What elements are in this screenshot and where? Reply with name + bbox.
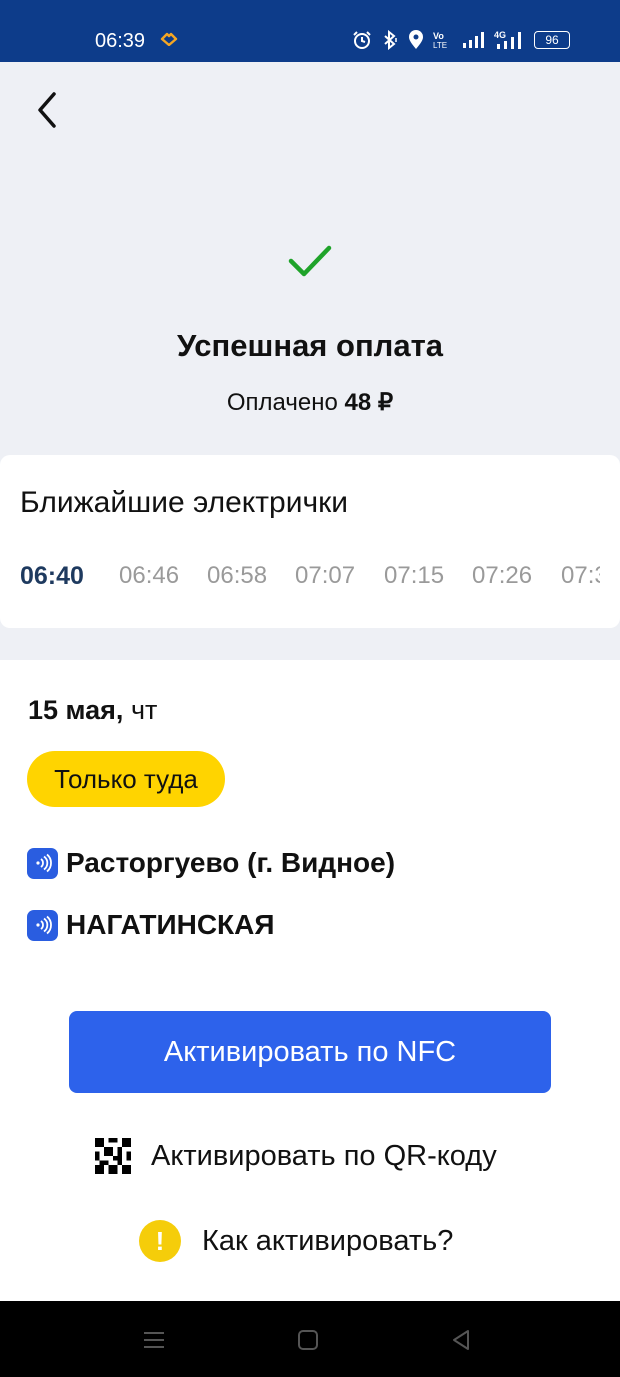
status-bar: 06:39 Vo LTE 4G 96 bbox=[0, 0, 620, 62]
exclamation-icon: ! bbox=[139, 1220, 181, 1262]
station-to: НАГАТИНСКАЯ bbox=[27, 909, 274, 941]
paid-amount: 48 ₽ bbox=[344, 389, 394, 416]
svg-text:LTE: LTE bbox=[433, 41, 447, 50]
nearest-trains-title: Ближайшие электрички bbox=[20, 486, 348, 519]
ticket-weekday: чт bbox=[123, 695, 158, 725]
train-time[interactable]: 07:07 bbox=[295, 562, 355, 590]
paid-amount-line: Оплачено 48 ₽ bbox=[0, 388, 620, 417]
how-to-activate-label: Как активировать? bbox=[202, 1224, 454, 1257]
train-time[interactable]: 07:26 bbox=[472, 562, 532, 590]
home-icon[interactable] bbox=[295, 1327, 321, 1353]
nearest-trains-card bbox=[0, 455, 620, 628]
qr-code-icon bbox=[95, 1138, 131, 1174]
nfc-icon bbox=[27, 909, 58, 941]
status-time: 06:39 bbox=[95, 30, 146, 52]
alarm-icon bbox=[353, 31, 371, 49]
nfc-icon bbox=[27, 847, 58, 879]
ticket-date: 15 мая, чт bbox=[28, 695, 157, 726]
heart-notification-icon bbox=[160, 32, 178, 46]
activate-nfc-button[interactable]: Активировать по NFC bbox=[69, 1011, 551, 1093]
chevron-left-icon bbox=[38, 92, 56, 128]
activate-qr-label: Активировать по QR-коду bbox=[151, 1139, 497, 1172]
volte-icon: Vo LTE bbox=[433, 31, 447, 50]
ticket-date-day: 15 мая, bbox=[28, 695, 124, 725]
train-times-list[interactable]: 06:40 06:46 06:58 07:07 07:15 07:26 07:3 bbox=[0, 562, 600, 596]
system-nav-bar bbox=[0, 1301, 620, 1377]
station-from-name: Расторгуево (г. Видное) bbox=[66, 847, 396, 878]
train-time[interactable]: 07:3 bbox=[561, 562, 600, 590]
paid-label: Оплачено bbox=[226, 389, 338, 416]
bluetooth-icon bbox=[384, 30, 397, 50]
train-time[interactable]: 06:58 bbox=[207, 562, 267, 590]
status-icons: Vo LTE 4G 96 bbox=[352, 30, 570, 50]
location-icon bbox=[409, 30, 423, 49]
back-button[interactable] bbox=[30, 88, 70, 132]
train-time[interactable]: 07:15 bbox=[384, 562, 444, 590]
train-time[interactable]: 06:46 bbox=[119, 562, 179, 590]
how-to-activate-button[interactable]: ! Как активировать? bbox=[139, 1220, 453, 1262]
check-icon bbox=[288, 245, 332, 277]
back-nav-icon[interactable] bbox=[449, 1327, 475, 1353]
svg-text:Vo: Vo bbox=[433, 31, 444, 41]
activate-qr-button[interactable]: Активировать по QR-коду bbox=[95, 1138, 497, 1174]
svg-text:4G: 4G bbox=[494, 30, 506, 40]
menu-icon[interactable] bbox=[141, 1327, 167, 1353]
signal-4g-icon: 4G bbox=[494, 30, 521, 49]
signal-icon bbox=[463, 32, 484, 48]
station-from: Расторгуево (г. Видное) bbox=[27, 847, 395, 879]
payment-success-title: Успешная оплата bbox=[176, 328, 444, 363]
battery-indicator: 96 bbox=[534, 31, 570, 49]
direction-badge: Только туда bbox=[27, 751, 225, 807]
train-time-selected[interactable]: 06:40 bbox=[20, 562, 84, 591]
station-to-name: НАГАТИНСКАЯ bbox=[66, 909, 275, 940]
